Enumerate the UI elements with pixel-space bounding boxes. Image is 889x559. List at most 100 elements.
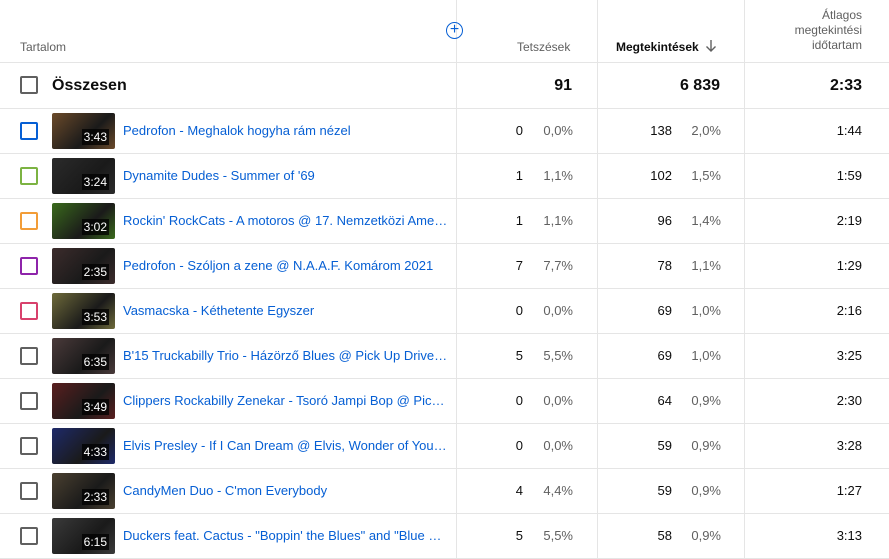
likes-count: 0 [515, 123, 523, 138]
views-percent: 0,9% [691, 393, 721, 408]
views-percent: 2,0% [691, 123, 721, 138]
views-count: 69 [657, 348, 672, 363]
video-thumbnail[interactable]: 6:15 [52, 518, 115, 554]
row-checkbox[interactable] [20, 527, 38, 545]
views-count: 59 [657, 438, 672, 453]
video-title-link[interactable]: B'15 Truckabilly Trio - Házörző Blues @ … [123, 348, 448, 363]
totals-likes: 91 [554, 77, 572, 94]
likes-count: 5 [515, 348, 523, 363]
table-row[interactable]: 3:02 Rockin' RockCats - A motoros @ 17. … [0, 199, 889, 244]
likes-percent: 0,0% [543, 303, 573, 318]
views-count: 69 [657, 303, 672, 318]
video-thumbnail[interactable]: 2:33 [52, 473, 115, 509]
video-title-link[interactable]: Dynamite Dudes - Summer of '69 [123, 168, 448, 183]
likes-count: 0 [515, 393, 523, 408]
sort-descending-icon[interactable] [704, 39, 718, 53]
avg-duration: 1:29 [836, 258, 862, 273]
table-row[interactable]: 2:33 CandyMen Duo - C'mon Everybody 4 4,… [0, 469, 889, 514]
totals-avg-duration: 2:33 [829, 77, 862, 94]
video-title-link[interactable]: CandyMen Duo - C'mon Everybody [123, 483, 448, 498]
views-count: 64 [657, 393, 672, 408]
video-title-link[interactable]: Rockin' RockCats - A motoros @ 17. Nemze… [123, 213, 448, 228]
table-row[interactable]: 6:35 B'15 Truckabilly Trio - Házörző Blu… [0, 334, 889, 379]
avg-duration: 3:13 [836, 528, 862, 543]
video-duration: 3:02 [81, 219, 109, 235]
video-thumbnail[interactable]: 6:35 [52, 338, 115, 374]
table-row[interactable]: 2:35 Pedrofon - Szóljon a zene @ N.A.A.F… [0, 244, 889, 289]
video-thumbnail[interactable]: 3:49 [52, 383, 115, 419]
content-column-header: Tartalom [20, 40, 67, 54]
views-count: 102 [650, 168, 672, 183]
views-percent: 1,5% [691, 168, 721, 183]
select-all-checkbox[interactable] [20, 76, 38, 94]
video-title-link[interactable]: Vasmacska - Kéthetente Egyszer [123, 303, 448, 318]
row-checkbox[interactable] [20, 167, 38, 185]
row-checkbox[interactable] [20, 347, 38, 365]
views-count: 78 [657, 258, 672, 273]
row-checkbox[interactable] [20, 122, 38, 140]
video-title-link[interactable]: Pedrofon - Szóljon a zene @ N.A.A.F. Kom… [123, 258, 448, 273]
likes-count: 4 [515, 483, 523, 498]
table-header: Tartalom + Tetszések Megtekintések Átlag… [0, 0, 889, 63]
video-thumbnail[interactable]: 2:35 [52, 248, 115, 284]
video-duration: 3:43 [81, 129, 109, 145]
likes-percent: 7,7% [543, 258, 573, 273]
video-duration: 4:33 [81, 444, 109, 460]
table-row[interactable]: 3:24 Dynamite Dudes - Summer of '69 1 1,… [0, 154, 889, 199]
video-thumbnail[interactable]: 3:43 [52, 113, 115, 149]
likes-column-header[interactable]: Tetszések [517, 40, 570, 54]
avg-duration: 3:28 [836, 438, 862, 453]
views-percent: 1,0% [691, 348, 721, 363]
avg-duration-column-header[interactable]: Átlagos megtekintési időtartam [795, 8, 862, 53]
likes-count: 0 [515, 303, 523, 318]
likes-percent: 0,0% [543, 438, 573, 453]
row-checkbox[interactable] [20, 437, 38, 455]
views-column-header[interactable]: Megtekintések [616, 40, 699, 54]
likes-count: 1 [515, 168, 523, 183]
table-row[interactable]: 3:49 Clippers Rockabilly Zenekar - Tsoró… [0, 379, 889, 424]
avg-label-line: megtekintési [794, 23, 862, 37]
row-checkbox[interactable] [20, 392, 38, 410]
likes-percent: 0,0% [543, 123, 573, 138]
avg-duration: 2:19 [836, 213, 862, 228]
likes-count: 1 [515, 213, 523, 228]
views-percent: 0,9% [691, 483, 721, 498]
table-row[interactable]: 3:53 Vasmacska - Kéthetente Egyszer 0 0,… [0, 289, 889, 334]
table-row[interactable]: 4:33 Elvis Presley - If I Can Dream @ El… [0, 424, 889, 469]
likes-percent: 1,1% [543, 213, 573, 228]
video-title-link[interactable]: Pedrofon - Meghalok hogyha rám nézel [123, 123, 448, 138]
table-row[interactable]: 3:43 Pedrofon - Meghalok hogyha rám néze… [0, 109, 889, 154]
views-percent: 0,9% [691, 438, 721, 453]
video-thumbnail[interactable]: 3:02 [52, 203, 115, 239]
video-title-link[interactable]: Duckers feat. Cactus - "Boppin' the Blue… [123, 528, 448, 543]
views-count: 59 [657, 483, 672, 498]
likes-count: 7 [515, 258, 523, 273]
video-duration: 2:33 [81, 489, 109, 505]
avg-duration: 2:30 [836, 393, 862, 408]
likes-percent: 5,5% [543, 528, 573, 543]
add-column-button[interactable]: + [446, 22, 463, 39]
video-thumbnail[interactable]: 4:33 [52, 428, 115, 464]
table-row[interactable]: 6:15 Duckers feat. Cactus - "Boppin' the… [0, 514, 889, 559]
video-duration: 6:35 [81, 354, 109, 370]
views-percent: 1,1% [691, 258, 721, 273]
video-title-link[interactable]: Elvis Presley - If I Can Dream @ Elvis, … [123, 438, 448, 453]
row-checkbox[interactable] [20, 302, 38, 320]
video-duration: 3:49 [81, 399, 109, 415]
avg-duration: 3:25 [836, 348, 862, 363]
likes-percent: 4,4% [543, 483, 573, 498]
row-checkbox[interactable] [20, 257, 38, 275]
views-count: 96 [657, 213, 672, 228]
avg-duration: 2:16 [836, 303, 862, 318]
likes-percent: 0,0% [543, 393, 573, 408]
video-duration: 6:15 [81, 534, 109, 550]
video-title-link[interactable]: Clippers Rockabilly Zenekar - Tsoró Jamp… [123, 393, 448, 408]
avg-duration: 1:59 [836, 168, 862, 183]
row-checkbox[interactable] [20, 212, 38, 230]
row-checkbox[interactable] [20, 482, 38, 500]
video-thumbnail[interactable]: 3:53 [52, 293, 115, 329]
video-thumbnail[interactable]: 3:24 [52, 158, 115, 194]
likes-count: 0 [515, 438, 523, 453]
video-duration: 2:35 [81, 264, 109, 280]
views-percent: 1,0% [691, 303, 721, 318]
